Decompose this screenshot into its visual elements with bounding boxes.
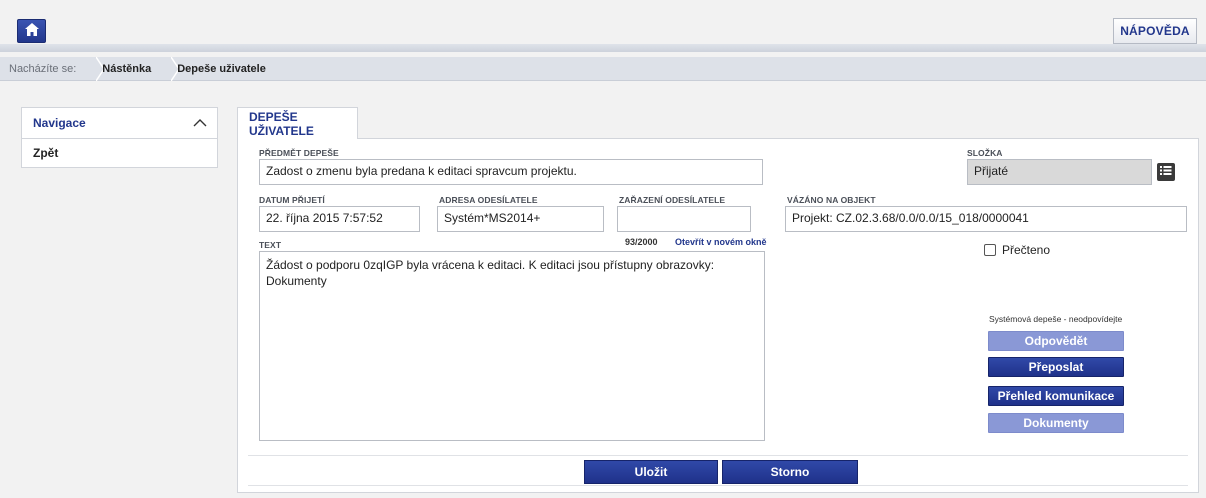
- read-checkbox-row[interactable]: Přečteno: [984, 243, 1050, 257]
- breadcrumb-item-current: Depeše uživatele: [165, 57, 280, 81]
- breadcrumb: Nacházíte se: Nástěnka Depeše uživatele: [0, 56, 1206, 81]
- communication-overview-button[interactable]: Přehled komunikace: [988, 386, 1124, 406]
- breadcrumb-item-label: Depeše uživatele: [177, 62, 266, 75]
- sender-address-label: ADRESA ODESÍLATELE: [439, 195, 538, 205]
- top-bar: NÁPOVĚDA: [0, 0, 1206, 52]
- text-character-counter: 93/2000: [625, 237, 658, 247]
- nav-item-back[interactable]: Zpět: [22, 139, 217, 167]
- navigation-title: Navigace: [33, 116, 86, 130]
- breadcrumb-item-nastenka[interactable]: Nástěnka: [90, 56, 180, 81]
- sender-address-field[interactable]: Systém*MS2014+: [437, 206, 604, 232]
- tab-depese-uzivatele[interactable]: DEPEŠE UŽIVATELE: [237, 107, 358, 139]
- chevron-up-icon[interactable]: [193, 116, 207, 130]
- system-message-note: Systémová depeše - neodpovídejte: [989, 314, 1123, 324]
- received-date-field[interactable]: 22. října 2015 7:57:52: [259, 206, 420, 232]
- footer-divider-top: [248, 455, 1188, 456]
- help-button[interactable]: NÁPOVĚDA: [1113, 18, 1197, 44]
- reply-button[interactable]: Odpovědět: [988, 331, 1124, 351]
- folder-select-button[interactable]: [1157, 163, 1175, 181]
- header-divider: [0, 44, 1206, 52]
- subject-field[interactable]: Zadost o zmenu byla predana k editaci sp…: [259, 159, 763, 185]
- documents-button[interactable]: Dokumenty: [988, 413, 1124, 433]
- message-detail-panel: PŘEDMĚT DEPEŠE Zadost o zmenu byla preda…: [237, 138, 1199, 493]
- home-button[interactable]: [17, 19, 46, 43]
- navigation-panel: Navigace Zpět: [21, 107, 218, 168]
- navigation-header[interactable]: Navigace: [22, 108, 217, 139]
- home-icon: [24, 23, 39, 39]
- text-label: TEXT: [259, 240, 282, 250]
- folder-field: Přijaté: [967, 159, 1152, 185]
- cancel-button[interactable]: Storno: [722, 460, 858, 484]
- footer-divider-bottom: [248, 485, 1188, 486]
- read-checkbox-label: Přečteno: [1002, 243, 1051, 257]
- forward-button[interactable]: Přeposlat: [988, 357, 1124, 377]
- sender-role-label: ZAŘAZENÍ ODESÍLATELE: [619, 195, 726, 205]
- breadcrumb-item-label: Nástěnka: [102, 62, 152, 75]
- subject-label: PŘEDMĚT DEPEŠE: [259, 148, 339, 158]
- save-button[interactable]: Uložit: [584, 460, 718, 484]
- breadcrumb-prefix: Nacházíte se:: [0, 56, 105, 81]
- sender-role-field[interactable]: [617, 206, 751, 232]
- read-checkbox[interactable]: [984, 244, 996, 256]
- received-date-label: DATUM PŘIJETÍ: [259, 195, 325, 205]
- folder-label: SLOŽKA: [967, 148, 1003, 158]
- bound-object-label: VÁZÁNO NA OBJEKT: [787, 195, 876, 205]
- list-icon: [1160, 165, 1172, 179]
- open-new-window-link[interactable]: Otevřít v novém okně: [675, 237, 767, 247]
- message-text-area[interactable]: Žádost o podporu 0zqIGP byla vrácena k e…: [259, 251, 765, 441]
- bound-object-field[interactable]: Projekt: CZ.02.3.68/0.0/0.0/15_018/00000…: [785, 206, 1187, 232]
- breadcrumb-prefix-label: Nacházíte se:: [9, 62, 77, 75]
